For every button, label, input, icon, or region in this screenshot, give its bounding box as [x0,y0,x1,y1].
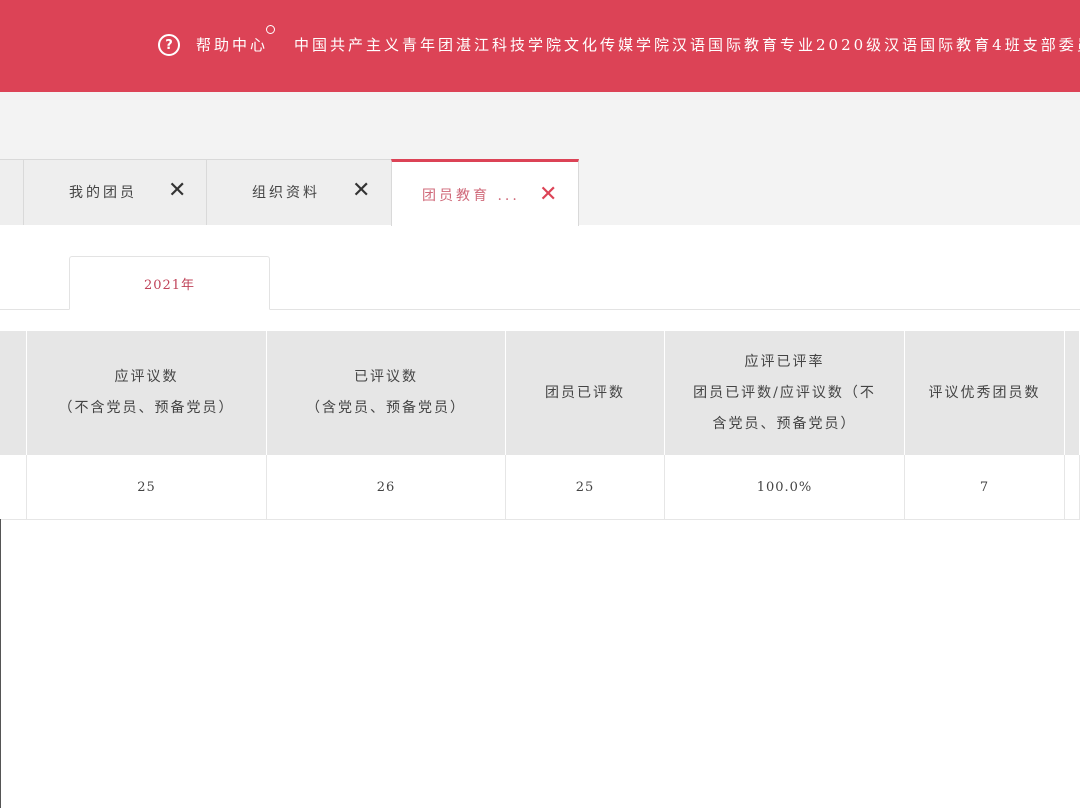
header-line: 应评已评率 [744,353,825,370]
notification-dot-icon [266,25,275,34]
close-icon[interactable]: ✕ [352,178,370,203]
header-excellent-members: 评议优秀团员数 [905,331,1065,455]
tab-member-education[interactable]: 团员教育 ... ✕ [391,159,579,226]
header-review-rate: 应评已评率 团员已评数/应评议数（不 含党员、预备党员） [665,331,905,455]
table-header-cell [0,331,27,455]
table-cell: 25 [27,455,267,519]
table-cell [1065,455,1080,519]
header-line: 应评议数 [114,369,179,385]
table-cell: 26 [267,455,506,519]
close-icon[interactable]: ✕ [168,178,186,203]
window-edge [0,519,1,808]
table-header-cell [1065,331,1080,455]
header-members-reviewed: 团员已评数 [506,331,665,455]
table-header-row: 应评议数 （不含党员、预备党员） 已评议数 （含党员、预备党员） 团员已评数 应… [0,331,1080,455]
question-circle-icon[interactable]: ? [158,34,180,56]
tab-year-2021[interactable]: 2021年 [69,256,270,310]
table-row: 25 26 25 100.0% 7 [0,455,1080,520]
table-cell: 100.0% [665,455,905,519]
header-line: 团员已评数 [545,384,625,401]
header-line: 含党员、预备党员） [712,415,857,432]
header-line: （含党员、预备党员） [306,400,466,416]
tab-label: 组织资料 [252,185,320,201]
close-icon[interactable]: ✕ [539,182,557,207]
tab-label: 团员教育 ... [422,188,520,204]
header-reviewed-count: 已评议数 （含党员、预备党员） [267,331,506,455]
organization-title: 中国共产主义青年团湛江科技学院文化传媒学院汉语国际教育专业2020级汉语国际教育… [294,36,1080,54]
tab-my-members[interactable]: 我的团员 ✕ [23,159,207,225]
table-cell: 25 [506,455,665,519]
tab-label: 我的团员 [69,185,137,201]
header-should-review-count: 应评议数 （不含党员、预备党员） [27,331,267,455]
table-cell: 7 [905,455,1065,519]
tab-partial-hidden[interactable] [0,159,24,225]
table-cell [0,455,27,519]
top-header: ? 帮助中心 中国共产主义青年团湛江科技学院文化传媒学院汉语国际教育专业2020… [0,0,1080,92]
help-center-link[interactable]: 帮助中心 [196,34,268,55]
header-line: 评议优秀团员数 [928,384,1041,401]
header-line: 团员已评数/应评议数（不 [693,384,876,401]
header-line: （不含党员、预备党员） [58,400,235,416]
header-line: 已评议数 [354,369,418,385]
tab-organization-info[interactable]: 组织资料 ✕ [206,159,392,225]
